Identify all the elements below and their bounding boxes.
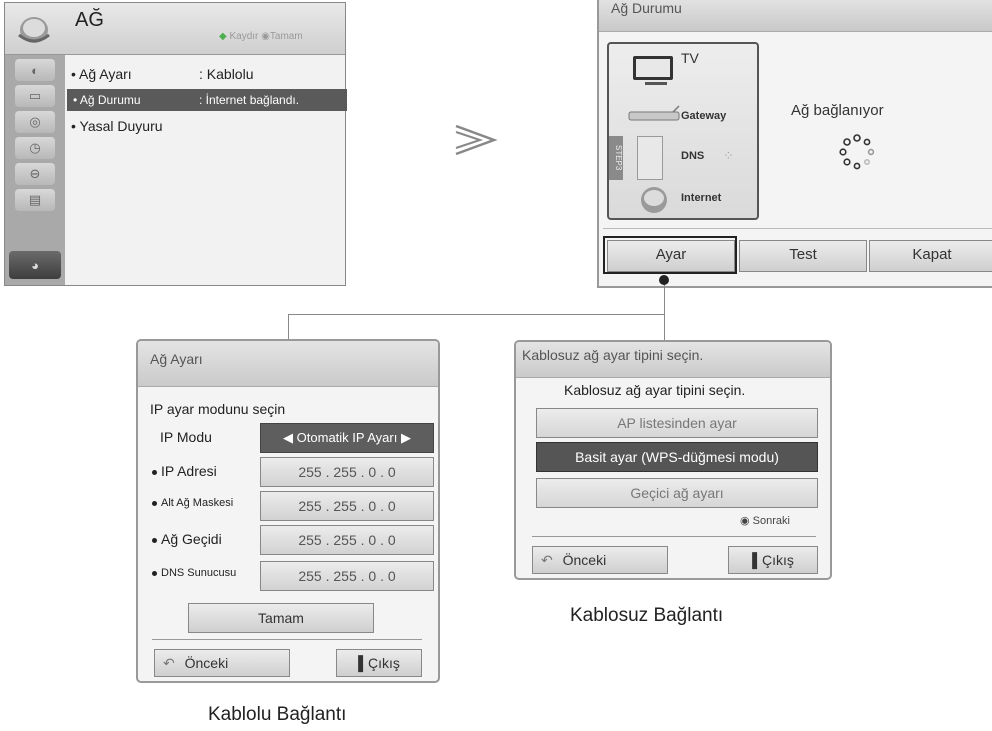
diagram-label-gateway: Gateway [681,110,727,122]
ip-address-label: IP Adresi [152,463,217,479]
flow-arrow-icon [455,124,498,156]
exit-icon: ▌ [752,552,763,568]
wired-title: Ağ Ayarı [150,351,203,367]
previous-button[interactable]: ↶ Önceki [532,546,668,574]
exit-button[interactable]: ▌Çıkış [728,546,818,574]
connector-line-left [288,314,289,340]
connector-line-horizontal [288,314,664,315]
option-icon[interactable]: ▤ [15,189,55,211]
previous-button[interactable]: ↶ Önceki [154,649,290,677]
menu-hint: ◆ Kaydır ◉Tamam [219,31,303,42]
wireless-divider [532,536,816,537]
back-icon: ↶ [163,655,175,671]
network-icon[interactable]: ◕ [9,251,61,279]
dns-server-field[interactable]: 255 . 255 . 0 . 0 [260,561,434,591]
menu-item-network-status[interactable]: • Ağ Durumu : İnternet bağlandı. [67,89,347,111]
move-arrows-icon: ◆ [219,31,227,42]
connector-line-right [664,280,665,342]
wireless-caption: Kablosuz Bağlantı [570,605,724,626]
exit-button[interactable]: ▌Çıkış [336,649,422,677]
ok-circle-icon: ◉ [261,31,270,42]
wireless-setup-dialog: Kablosuz ağ ayar tipini seçin. Kablosuz … [514,340,832,580]
menu-item-network-setting[interactable]: • Ağ Ayarı : Kablolu [71,63,253,85]
connector-dot [659,275,669,285]
back-icon: ↶ [541,552,553,568]
diagram-label-dns: DNS [681,150,705,162]
wireless-title: Kablosuz ağ ayar tipini seçin. [522,347,704,363]
clock-icon[interactable]: ◷ [15,137,55,159]
test-button[interactable]: Test [739,240,867,272]
ip-mode-label: IP Modu [160,429,212,445]
tv-icon [633,56,673,85]
wired-setup-dialog: Ağ Ayarı IP ayar modunu seçin IP Modu ◀ … [136,339,440,683]
step-label: STEP3 [609,136,623,180]
lock-icon[interactable]: ⊖ [15,163,55,185]
connection-diagram: TV Gateway STEP3 DNS ⁘ Internet [607,42,759,220]
option-ap-list[interactable]: AP listesinden ayar [536,408,818,438]
gateway-field[interactable]: 255 . 255 . 0 . 0 [260,525,434,555]
wireless-prompt: Kablosuz ağ ayar tipini seçin. [564,382,746,398]
option-adhoc[interactable]: Geçici ağ ayarı [536,478,818,508]
audio-icon[interactable]: ◎ [15,111,55,133]
wired-caption: Kablolu Bağlantı [208,704,347,725]
status-title: Ağ Durumu [611,0,682,16]
exit-icon: ▌ [358,655,369,671]
monitor-icon[interactable]: ▭ [15,85,55,107]
network-globe-icon [18,17,50,43]
gateway-icon [628,105,680,121]
network-status-dialog: Ağ Durumu TV Gateway STEP3 DNS ⁘ Interne… [597,0,992,288]
ip-mode-prompt: IP ayar modunu seçin [150,401,286,417]
network-menu: AĞ ◆ Kaydır ◉Tamam ◐ ▭ ◎ ◷ ⊖ ▤ ◕ • Ağ Ay… [4,2,347,286]
subnet-mask-field[interactable]: 255 . 255 . 0 . 0 [260,491,434,521]
close-button[interactable]: Kapat [869,240,992,272]
menu-item-legal-notice[interactable]: • Yasal Duyuru [71,115,163,137]
menu-sidebar: ◐ ▭ ◎ ◷ ⊖ ▤ ◕ [5,55,65,285]
loading-spinner-icon [839,134,875,170]
wired-divider [152,639,422,640]
subnet-mask-label: Alt Ağ Maskesi [152,497,233,509]
setup-button[interactable]: Ayar [607,240,735,272]
picture-icon[interactable]: ◐ [15,59,55,81]
ip-address-field[interactable]: 255 . 255 . 0 . 0 [260,457,434,487]
next-hint: ◉ Sonraki [740,515,790,527]
ok-button[interactable]: Tamam [188,603,374,633]
dns-server-icon [637,136,663,180]
status-divider [603,228,992,229]
dns-spinner-icon: ⁘ [723,148,734,163]
connecting-message: Ağ bağlanıyor [791,102,884,119]
ok-circle-icon: ◉ [740,515,750,527]
menu-title: AĞ [75,9,104,31]
diagram-label-tv: TV [681,50,699,66]
diagram-label-internet: Internet [681,192,722,204]
option-wps-push[interactable]: Basit ayar (WPS-düğmesi modu) [536,442,818,472]
internet-globe-icon [641,187,667,213]
dns-server-label: DNS Sunucusu [152,567,236,579]
ip-mode-selector[interactable]: ◀ Otomatik IP Ayarı ▶ [260,423,434,453]
gateway-label: Ağ Geçidi [152,531,222,547]
